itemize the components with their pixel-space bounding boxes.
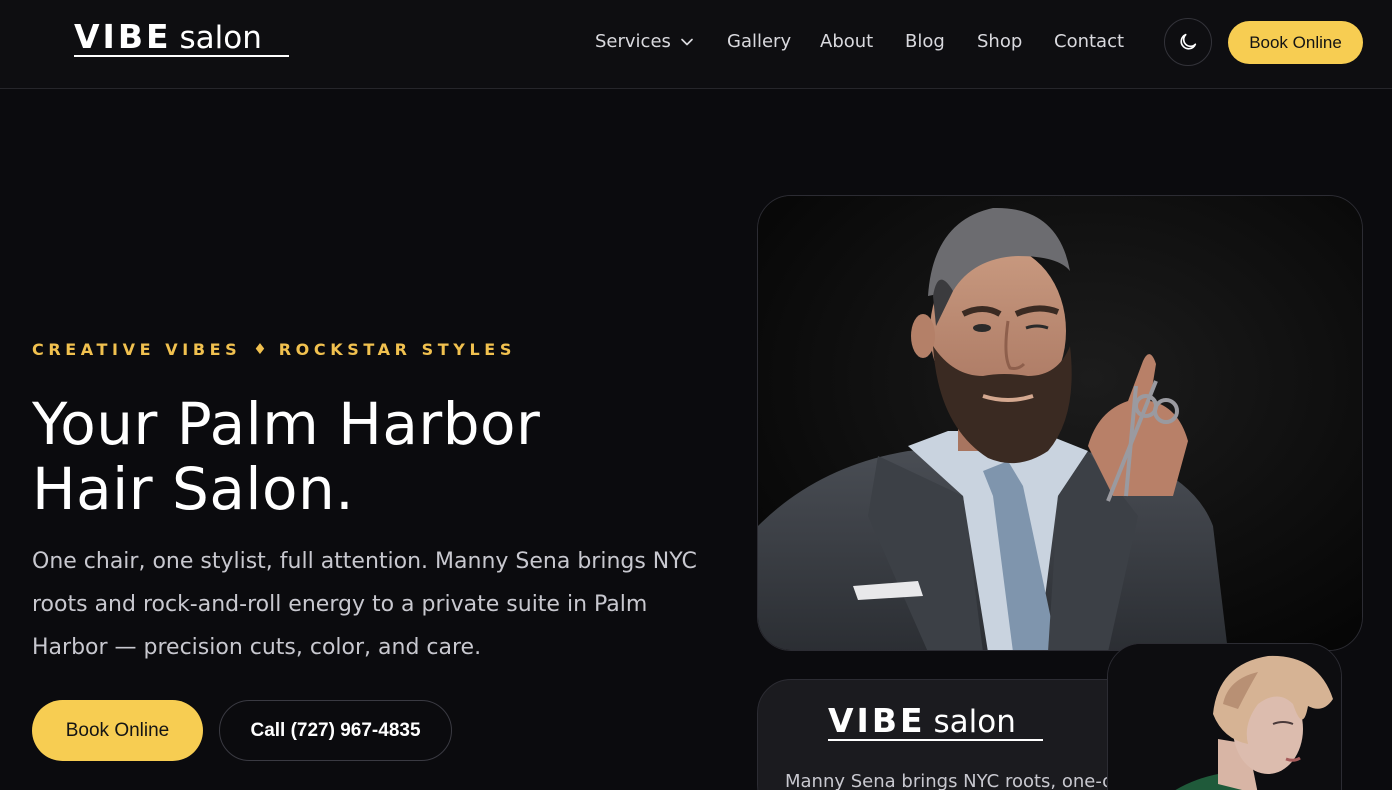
client-photo — [1107, 643, 1342, 790]
site-logo[interactable]: VIBE salon — [74, 20, 290, 58]
hero-title-line-1: Your Palm Harbor — [32, 390, 541, 458]
card-logo: VIBE salon — [828, 704, 1044, 742]
nav-blog[interactable]: Blog — [905, 28, 945, 56]
nav-contact[interactable]: Contact — [1054, 28, 1124, 56]
nav-gallery[interactable]: Gallery — [727, 28, 791, 56]
stylist-photo — [757, 195, 1363, 651]
header-book-online-button[interactable]: Book Online — [1228, 21, 1363, 64]
site-header: VIBE salon Services Gallery About Blog S… — [0, 0, 1392, 89]
card-logo-vibe-text: VIBE — [828, 701, 926, 740]
eyebrow-left-text: CREATIVE VIBES — [32, 339, 242, 359]
logo-salon-text: salon — [179, 20, 262, 56]
hero-description: One chair, one stylist, full attention. … — [32, 549, 697, 660]
hero-eyebrow: CREATIVE VIBES ♦ ROCKSTAR STYLES — [32, 338, 516, 360]
card-text: Manny Sena brings NYC roots, one-on — [785, 771, 1125, 790]
logo-vibe-text: VIBE — [74, 17, 172, 56]
hero-title: Your Palm Harbor Hair Salon. — [32, 392, 692, 522]
nav-about[interactable]: About — [820, 28, 873, 56]
diamond-icon: ♦ — [253, 340, 267, 358]
logo-underline — [74, 55, 289, 57]
hero-call-button[interactable]: Call (727) 967-4835 — [219, 700, 452, 761]
card-logo-salon-text: salon — [933, 704, 1016, 740]
theme-toggle-button[interactable] — [1164, 18, 1212, 66]
nav-services[interactable]: Services — [595, 28, 671, 56]
hero-book-online-button[interactable]: Book Online — [32, 700, 203, 761]
moon-icon — [1180, 33, 1197, 50]
eyebrow-right-text: ROCKSTAR STYLES — [278, 339, 516, 359]
nav-shop[interactable]: Shop — [977, 28, 1022, 56]
hero-title-line-2: Hair Salon. — [32, 455, 355, 523]
chevron-down-icon[interactable] — [680, 35, 694, 49]
card-logo-underline — [828, 739, 1043, 741]
